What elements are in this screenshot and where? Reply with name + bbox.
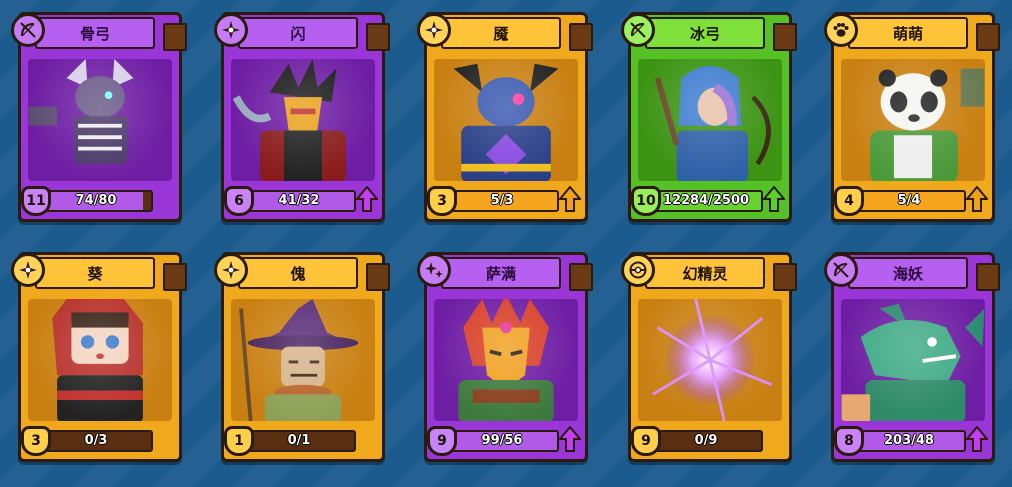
shard-progress-bar: 5/3: [445, 190, 559, 212]
shuriken-icon: [214, 13, 248, 47]
shard-count: 203/48: [884, 433, 934, 448]
bow-icon: [11, 13, 45, 47]
hero-name: 萨满: [441, 257, 561, 289]
hero-card[interactable]: 闪 41/32 6: [214, 12, 390, 222]
shard-progress-bar: 74/80: [39, 190, 153, 212]
hero-card[interactable]: 冰弓 12284/2500 10: [621, 12, 797, 222]
shard-count: 74/80: [75, 193, 117, 208]
upgrade-arrow-icon: [559, 186, 581, 212]
level-badge: 3: [427, 186, 457, 216]
upgrade-arrow-icon: [966, 186, 988, 212]
hero-portrait: [841, 299, 985, 421]
hero-name: 幻精灵: [645, 257, 765, 289]
shard-count: 5/3: [490, 193, 514, 208]
shard-count: 41/32: [278, 193, 320, 208]
level-badge: 6: [224, 186, 254, 216]
hero-name: 骨弓: [35, 17, 155, 49]
shard-count: 0/3: [84, 433, 108, 448]
bow-icon: [621, 13, 655, 47]
hero-portrait: [638, 299, 782, 421]
hero-portrait: [231, 299, 375, 421]
hero-name: 海妖: [848, 257, 968, 289]
hero-portrait: [434, 59, 578, 181]
level-badge: 10: [631, 186, 661, 216]
hero-card[interactable]: 萌萌 5/4 4: [824, 12, 1000, 222]
sparkle-icon: [417, 253, 451, 287]
shard-progress-bar: 5/4: [852, 190, 966, 212]
shard-progress-bar: 0/9: [649, 430, 763, 452]
hero-card[interactable]: 魇 5/3 3: [417, 12, 593, 222]
card-tab: [163, 263, 187, 291]
shard-count: 5/4: [897, 193, 921, 208]
card-tab: [569, 263, 593, 291]
shard-progress-bar: 12284/2500: [649, 190, 763, 212]
upgrade-arrow-icon: [763, 186, 785, 212]
level-badge: 4: [834, 186, 864, 216]
level-badge: 1: [224, 426, 254, 456]
hero-name: 闪: [238, 17, 358, 49]
level-badge: 9: [427, 426, 457, 456]
paw-icon: [824, 13, 858, 47]
card-tab: [569, 23, 593, 51]
shuriken-icon: [214, 253, 248, 287]
hero-card[interactable]: 葵 0/3 3: [11, 252, 187, 462]
hero-name: 葵: [35, 257, 155, 289]
hero-portrait: [231, 59, 375, 181]
level-badge: 11: [21, 186, 51, 216]
card-tab: [366, 263, 390, 291]
shuriken-icon: [11, 253, 45, 287]
hero-card[interactable]: 傀 0/1 1: [214, 252, 390, 462]
bow-icon: [824, 253, 858, 287]
shard-progress-bar: 41/32: [242, 190, 356, 212]
hero-portrait: [28, 299, 172, 421]
card-tab: [976, 263, 1000, 291]
hero-name: 冰弓: [645, 17, 765, 49]
shard-progress-bar: 99/56: [445, 430, 559, 452]
shuriken-icon: [417, 13, 451, 47]
level-badge: 8: [834, 426, 864, 456]
card-tab: [366, 23, 390, 51]
hero-name: 萌萌: [848, 17, 968, 49]
shard-count: 0/9: [694, 433, 718, 448]
upgrade-arrow-icon: [356, 186, 378, 212]
hero-portrait: [28, 59, 172, 181]
card-tab: [773, 23, 797, 51]
shard-count: 12284/2500: [662, 193, 750, 208]
shard-count: 99/56: [481, 433, 523, 448]
hero-portrait: [841, 59, 985, 181]
level-badge: 9: [631, 426, 661, 456]
level-badge: 3: [21, 426, 51, 456]
shard-count: 0/1: [287, 433, 311, 448]
hero-card[interactable]: 海妖 203/48 8: [824, 252, 1000, 462]
card-tab: [163, 23, 187, 51]
upgrade-arrow-icon: [559, 426, 581, 452]
hero-name: 傀: [238, 257, 358, 289]
upgrade-arrow-icon: [966, 426, 988, 452]
hero-portrait: [638, 59, 782, 181]
hero-card[interactable]: 幻精灵 0/9 9: [621, 252, 797, 462]
hero-name: 魇: [441, 17, 561, 49]
card-tab: [773, 263, 797, 291]
card-tab: [976, 23, 1000, 51]
hero-card[interactable]: 骨弓 74/80 11: [11, 12, 187, 222]
hero-card[interactable]: 萨满 99/56 9: [417, 252, 593, 462]
orb-icon: [621, 253, 655, 287]
hero-portrait: [434, 299, 578, 421]
shard-progress-bar: 203/48: [852, 430, 966, 452]
shard-progress-bar: 0/3: [39, 430, 153, 452]
shard-progress-bar: 0/1: [242, 430, 356, 452]
